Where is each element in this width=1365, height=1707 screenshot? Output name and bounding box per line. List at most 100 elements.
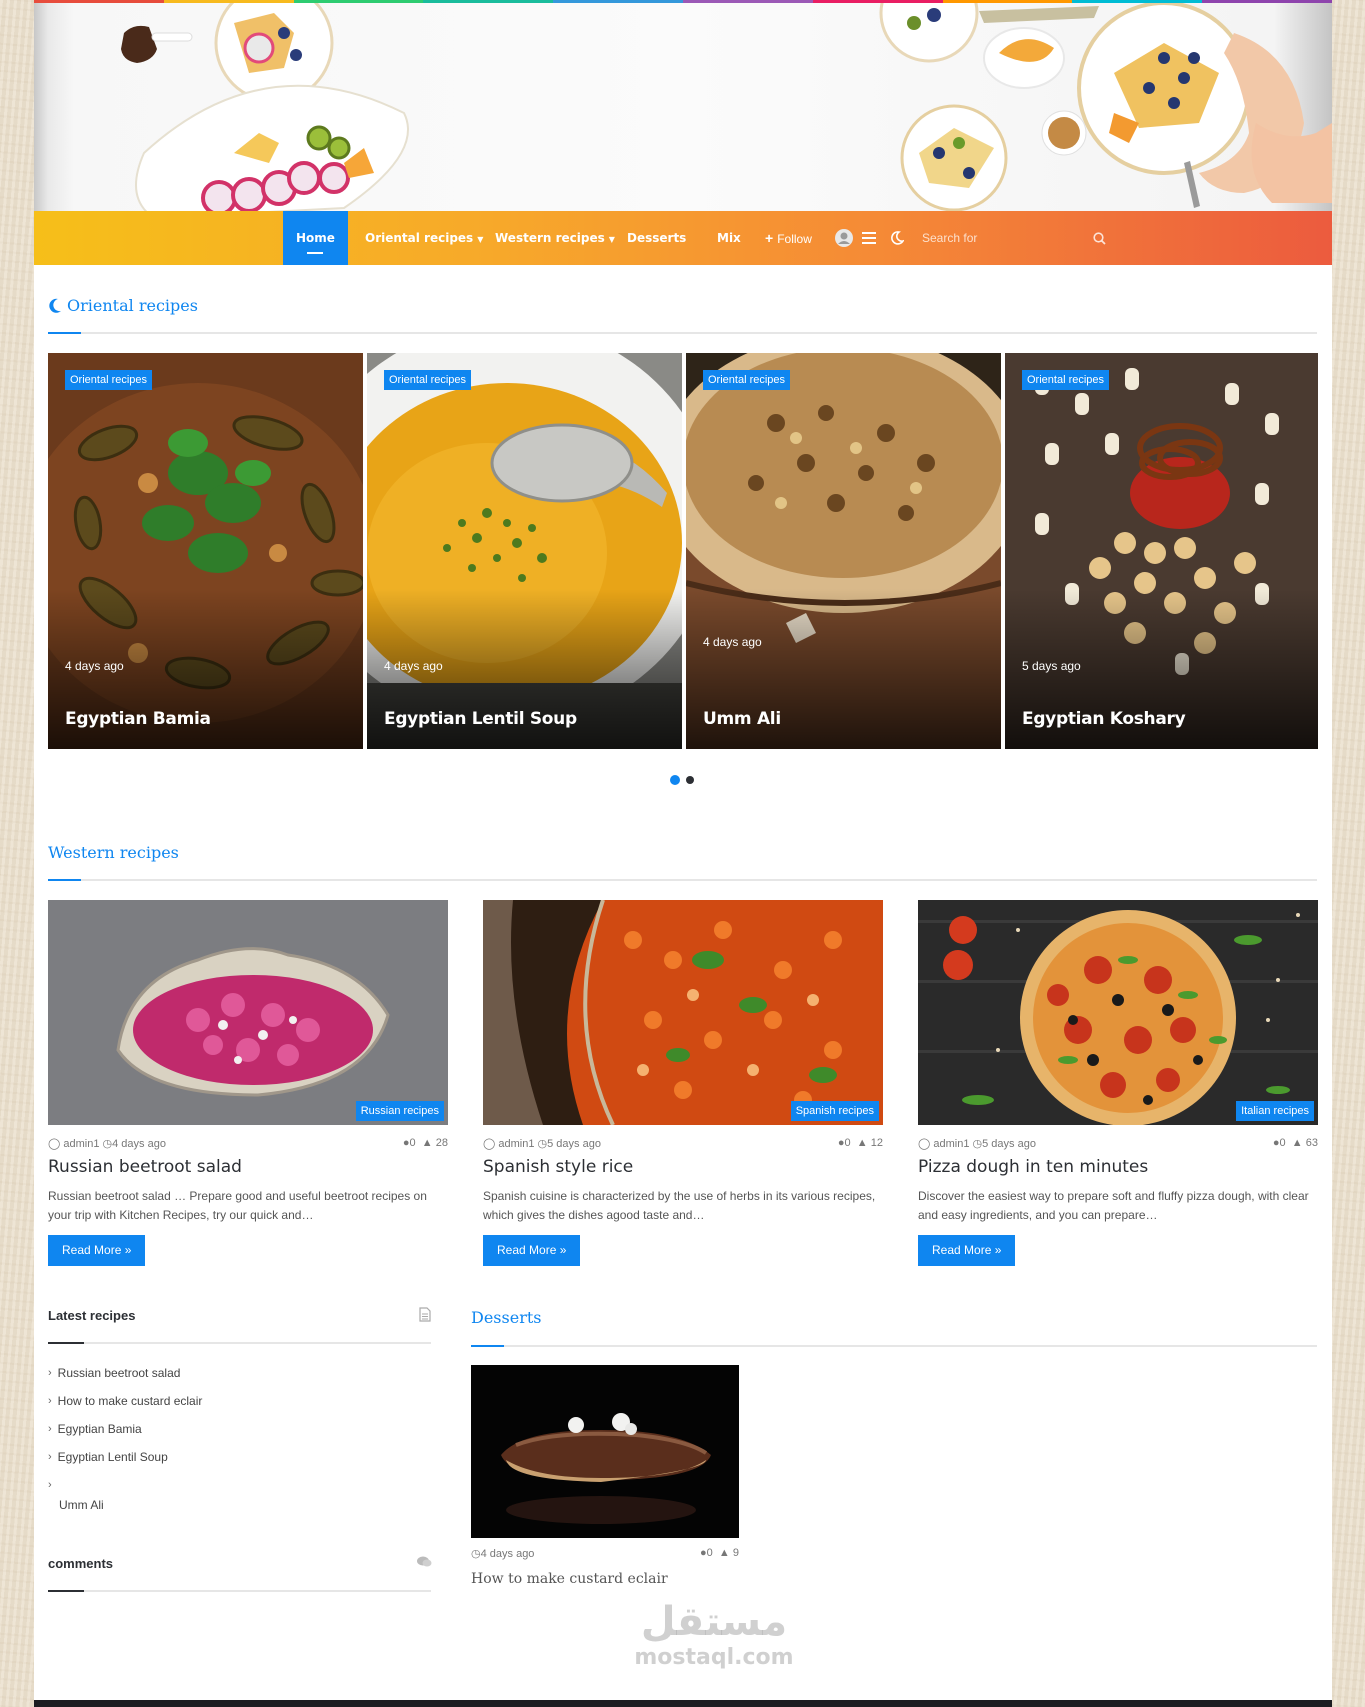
search-button[interactable]: [1086, 211, 1112, 265]
slider-pagination: [670, 775, 694, 785]
nav-item-oriental-recipes[interactable]: Oriental recipes ▼: [365, 211, 483, 265]
post-thumbnail[interactable]: Italian recipes: [918, 900, 1318, 1125]
section-title-western[interactable]: Western recipes: [48, 843, 179, 862]
comments-icon: ●: [1272, 1137, 1280, 1149]
clock-icon: ◷: [471, 1548, 481, 1560]
post-title[interactable]: Egyptian Bamia: [65, 709, 211, 729]
category-badge[interactable]: Oriental recipes: [1022, 370, 1110, 390]
nav-item-western-recipes[interactable]: Western recipes ▼: [495, 211, 615, 265]
post-date: 4 days ago: [480, 1548, 535, 1560]
clock-icon: ◷: [972, 1138, 983, 1150]
post-title[interactable]: Egyptian Koshary: [1022, 709, 1186, 729]
post-thumbnail[interactable]: Russian recipes: [48, 900, 448, 1125]
category-badge[interactable]: Oriental recipes: [703, 370, 791, 390]
nav-item-label: Mix: [717, 231, 741, 245]
search-icon: [1092, 231, 1106, 245]
slider-dot-2[interactable]: [686, 776, 694, 784]
comments-count[interactable]: 0: [845, 1137, 851, 1149]
post-excerpt: Discover the easiest way to prepare soft…: [918, 1189, 1309, 1222]
nav-item-label: Western recipes: [495, 231, 605, 245]
post-author[interactable]: admin1: [498, 1138, 534, 1150]
post-title[interactable]: How to make custard eclair: [471, 1571, 668, 1587]
category-badge[interactable]: Spanish recipes: [790, 1101, 879, 1121]
list-item[interactable]: › Russian beetroot salad: [48, 1365, 428, 1393]
slide-card[interactable]: Oriental recipes 4 days ago Egyptian Len…: [367, 353, 682, 749]
post-thumbnail[interactable]: [471, 1365, 739, 1538]
category-badge[interactable]: Italian recipes: [1236, 1101, 1314, 1121]
post-thumbnail[interactable]: Spanish recipes: [483, 900, 883, 1125]
post-date: 5 days ago: [1022, 659, 1081, 673]
dark-mode-toggle[interactable]: [883, 211, 911, 265]
watermark-arabic: مستقل: [640, 1599, 788, 1645]
comments-count[interactable]: 0: [707, 1547, 713, 1559]
views-count: 63: [1305, 1137, 1318, 1149]
clock-icon: ◷: [537, 1138, 548, 1150]
follow-button[interactable]: + Follow: [765, 211, 812, 265]
slide-card[interactable]: Oriental recipes 4 days ago Egyptian Bam…: [48, 353, 363, 749]
widget-divider: [48, 1590, 431, 1592]
post-meta: ◷4 days ago ●0 ▲ 9: [471, 1547, 739, 1561]
post-title[interactable]: Egyptian Lentil Soup: [384, 709, 577, 729]
document-icon: [419, 1307, 431, 1322]
nav-item-mix[interactable]: Mix: [717, 211, 741, 265]
post-date: 4 days ago: [384, 659, 443, 673]
nav-item-home[interactable]: Home: [283, 211, 348, 265]
views-icon: ▲: [718, 1547, 730, 1559]
watermark: مستقل mostaql.com: [614, 1600, 814, 1672]
moon-icon: [49, 298, 61, 313]
slider-dot-1[interactable]: [670, 775, 680, 785]
post-title[interactable]: Spanish style rice: [483, 1157, 883, 1177]
post-author[interactable]: admin1: [63, 1138, 99, 1150]
post-excerpt: Spanish cuisine is characterized by the …: [483, 1189, 876, 1222]
chevron-right-icon: ›: [48, 1423, 52, 1435]
section-divider: [48, 332, 1317, 334]
slide-card[interactable]: Oriental recipes 5 days ago Egyptian Kos…: [1005, 353, 1318, 749]
section-title-desserts[interactable]: Desserts: [471, 1308, 541, 1327]
widget-title-latest: Latest recipes: [48, 1308, 136, 1323]
post-title[interactable]: Umm Ali: [703, 709, 781, 729]
comments-icon: ●: [402, 1137, 410, 1149]
chevron-right-icon: ›: [48, 1395, 52, 1407]
section-divider: [48, 879, 1317, 881]
nav-item-label: Oriental recipes: [365, 231, 474, 245]
user-icon: ◯: [48, 1138, 61, 1150]
category-badge[interactable]: Oriental recipes: [384, 370, 472, 390]
read-more-button[interactable]: Read More »: [48, 1235, 146, 1266]
list-item[interactable]: › Umm Ali: [48, 1477, 428, 1521]
comments-count[interactable]: 0: [1280, 1137, 1286, 1149]
post-date: 4 days ago: [65, 659, 124, 673]
post-title[interactable]: Russian beetroot salad: [48, 1157, 448, 1177]
slide-card[interactable]: Oriental recipes 4 days ago Umm Ali: [686, 353, 1001, 749]
follow-label: Follow: [777, 232, 812, 246]
post-title[interactable]: Pizza dough in ten minutes: [918, 1157, 1318, 1177]
menu-icon: [862, 232, 876, 244]
comments-icon: [417, 1556, 432, 1567]
chevron-right-icon: ›: [48, 1479, 52, 1491]
post-date: 4 days ago: [703, 635, 762, 649]
post-author[interactable]: admin1: [933, 1138, 969, 1150]
category-badge[interactable]: Oriental recipes: [65, 370, 153, 390]
views-icon: ▲: [421, 1137, 433, 1149]
list-item-label: How to make custard eclair: [57, 1394, 203, 1408]
post-card: Spanish recipes ◯ admin1 ◷5 days ago ●0 …: [483, 900, 883, 1266]
post-date: 5 days ago: [982, 1138, 1036, 1150]
list-item[interactable]: › Egyptian Lentil Soup: [48, 1449, 428, 1477]
list-item-label: Egyptian Lentil Soup: [57, 1450, 168, 1464]
comments-icon: ●: [700, 1547, 707, 1559]
post-meta: ◯ admin1 ◷5 days ago ●0 ▲ 63: [918, 1125, 1318, 1159]
user-avatar-button[interactable]: [829, 211, 859, 265]
read-more-button[interactable]: Read More »: [918, 1235, 1016, 1266]
list-item-label: Russian beetroot salad: [57, 1366, 181, 1380]
views-count: 12: [870, 1137, 883, 1149]
category-badge[interactable]: Russian recipes: [355, 1101, 444, 1121]
nav-item-desserts[interactable]: Desserts: [627, 211, 686, 265]
menu-button[interactable]: [856, 211, 882, 265]
read-more-button[interactable]: Read More »: [483, 1235, 581, 1266]
comments-count[interactable]: 0: [410, 1137, 416, 1149]
views-count: 9: [732, 1547, 739, 1559]
list-item[interactable]: › How to make custard eclair: [48, 1393, 428, 1421]
list-item[interactable]: › Egyptian Bamia: [48, 1421, 428, 1449]
section-title-oriental[interactable]: Oriental recipes: [67, 296, 198, 315]
post-date: 5 days ago: [547, 1138, 601, 1150]
user-avatar-icon: [835, 229, 853, 247]
